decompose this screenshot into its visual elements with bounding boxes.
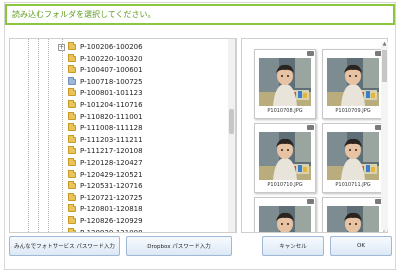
tree-item-label: P-120930-121008	[80, 228, 143, 233]
plus-expander-icon[interactable]: +	[58, 43, 65, 51]
tree-item[interactable]: P-120128-120427	[68, 157, 143, 169]
tree-item[interactable]: P-120801-120818	[68, 203, 143, 215]
tree-item-label: P-100220-100320	[80, 54, 143, 63]
tree-item[interactable]: P-120826-120929	[68, 215, 143, 227]
dialog-titlebar: 読み込むフォルダを選択してください。	[5, 4, 395, 25]
cancel-button[interactable]: キャンセル	[262, 236, 324, 256]
camera-icon	[307, 125, 314, 130]
folder-icon	[68, 192, 76, 201]
tree-item[interactable]: + P-100206-100206	[58, 41, 143, 53]
tree-guide-line	[48, 39, 49, 232]
tree-guide-line	[28, 39, 29, 232]
photo-image	[259, 206, 311, 232]
photo-filename: P1010710.JPG	[267, 182, 303, 188]
folder-tree-scroll-thumb[interactable]	[229, 109, 234, 134]
tree-item[interactable]: P-111217-120108	[68, 145, 143, 157]
photo-thumbnail[interactable]: P1010711.JPG	[322, 123, 384, 193]
tree-item-label: P-120429-120521	[80, 170, 143, 179]
tree-item[interactable]: P-120930-121008	[68, 227, 143, 233]
folder-icon	[68, 88, 76, 97]
tree-item[interactable]: P-120531-120716	[68, 180, 143, 192]
tree-item[interactable]: P-110820-111001	[68, 111, 143, 123]
folder-icon	[68, 181, 76, 190]
photo-image	[327, 132, 379, 180]
thumbnail-scroll-thumb[interactable]	[382, 50, 387, 82]
tree-guide-line	[38, 39, 39, 232]
thumbnail-panel[interactable]: P1010708.JPG P1010709.JPG P1010710.JPG P101…	[241, 38, 388, 233]
tree-item[interactable]: P-100407-100601	[68, 64, 143, 76]
tree-item[interactable]: P-120429-120521	[68, 169, 143, 181]
photo-thumbnail[interactable]: P1010710.JPG	[254, 123, 316, 193]
photo-image	[259, 58, 311, 106]
photo-thumbnail[interactable]	[322, 197, 384, 232]
photo-image	[259, 132, 311, 180]
tree-item[interactable]: P-101204-110716	[68, 99, 143, 111]
tree-item-label: P-100206-100206	[80, 43, 143, 51]
tree-item-label: P-120721-120725	[80, 193, 143, 202]
folder-icon	[68, 53, 76, 62]
scroll-up-icon[interactable]: ▲	[382, 42, 387, 47]
tree-item-label: P-100801-101123	[80, 89, 143, 98]
photo-thumbnail[interactable]	[254, 197, 316, 232]
camera-icon	[307, 51, 314, 56]
tree-item-label: P-111203-111211	[80, 135, 143, 144]
tree-item-label: P-101204-110716	[80, 101, 143, 109]
tree-item[interactable]: P-100220-100320	[68, 53, 143, 65]
ok-button[interactable]: OK	[330, 236, 392, 256]
folder-icon	[68, 134, 76, 143]
tree-item[interactable]: P-100801-101123	[68, 87, 143, 99]
folder-icon	[68, 158, 76, 166]
photo-image	[327, 58, 379, 106]
photo-filename: P1010709.JPG	[335, 108, 371, 114]
tree-guide-line	[62, 39, 63, 232]
folder-icon	[68, 76, 76, 85]
tree-item[interactable]: P-120721-120725	[68, 192, 143, 204]
folder-icon	[68, 227, 76, 232]
folder-icon	[68, 65, 76, 74]
dropbox-password-button[interactable]: Dropbox パスワード入力	[126, 236, 232, 256]
folder-icon	[68, 42, 76, 50]
tree-item-label: P-120531-120716	[80, 182, 143, 191]
online-service-password-button[interactable]: みんなでフォトサービス パスワード入力	[9, 236, 120, 256]
tree-item[interactable]: P-111203-111211	[68, 134, 143, 146]
tree-item[interactable]: P-100718-100725	[68, 76, 143, 88]
photo-image	[327, 206, 379, 232]
tree-item-label: P-100407-100601	[80, 66, 143, 75]
folder-icon	[68, 146, 76, 155]
tree-item-label: P-120128-120427	[80, 159, 143, 167]
tree-item-label: P-120801-120818	[80, 205, 143, 214]
tree-item-label: P-110820-111001	[80, 112, 143, 121]
photo-thumbnail[interactable]: P1010709.JPG	[322, 49, 384, 119]
folder-icon	[68, 100, 76, 108]
tree-item-label: P-120826-120929	[80, 217, 143, 225]
folder-icon	[68, 216, 76, 224]
folder-icon	[68, 111, 76, 120]
folder-icon	[68, 169, 76, 178]
folder-tree-scrollbar[interactable]	[228, 38, 236, 233]
camera-icon	[307, 199, 314, 204]
folder-tree[interactable]: + P-100206-100206 P-100220-100320 P-100407-…	[9, 38, 237, 233]
thumbnail-scrollbar[interactable]: ▲	[381, 42, 388, 230]
tree-item-label: P-100718-100725	[80, 77, 143, 86]
dialog-title: 読み込むフォルダを選択してください。	[12, 10, 156, 19]
folder-icon	[68, 204, 76, 213]
folder-icon	[68, 123, 76, 132]
tree-item-label: P-111008-111128	[80, 124, 143, 133]
photo-filename: P1010711.JPG	[335, 182, 371, 188]
tree-item[interactable]: P-111008-111128	[68, 122, 143, 134]
photo-thumbnail[interactable]: P1010708.JPG	[254, 49, 316, 119]
photo-filename: P1010708.JPG	[267, 108, 303, 114]
tree-item-label: P-111217-120108	[80, 147, 143, 156]
